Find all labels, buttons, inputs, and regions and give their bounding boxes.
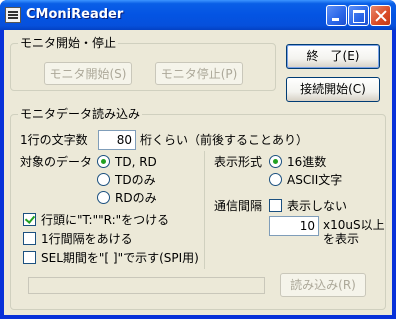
progress-status-field [28, 277, 265, 294]
interval-suffix-line2: を表示 [323, 232, 360, 246]
display-option-hex: 16進数 [287, 155, 327, 169]
client-area: モニタ開始・停止 モニタ開始(S) モニタ停止(P) 終 了(E) 接続開始(C… [4, 30, 392, 315]
interval-suffix-line1: x10uS以上 [323, 218, 385, 232]
close-icon[interactable] [370, 5, 391, 26]
chars-per-line-input[interactable]: 80 [98, 130, 136, 150]
interval-hide-checkbox[interactable] [269, 199, 282, 212]
interval-hide-label: 表示しない [287, 199, 348, 213]
window-title: CMoniReader [26, 7, 124, 22]
chars-per-line-suffix: 桁くらい（前後することあり） [140, 133, 309, 147]
chars-per-line-label: 1行の文字数 [20, 133, 88, 147]
exit-button[interactable]: 終 了(E) [286, 44, 380, 69]
monitor-start-button[interactable]: モニタ開始(S) [44, 62, 132, 85]
sel-period-label: SEL期間を"[ ]"で示す(SPI用) [41, 251, 199, 265]
read-button[interactable]: 読み込み(R) [280, 273, 366, 297]
display-option-ascii: ASCII文字 [287, 173, 343, 187]
app-icon[interactable] [5, 7, 21, 23]
target-data-label: 対象のデータ [20, 155, 93, 169]
app-window: CMoniReader モニタ開始・停止 モニタ開始(S) モニタ停止(P) 終… [0, 0, 396, 319]
monitor-control-group: モニタ開始・停止 モニタ開始(S) モニタ停止(P) [10, 36, 276, 91]
prefix-tr-checkbox[interactable] [23, 213, 36, 226]
interval-label: 通信間隔 [214, 199, 263, 213]
minimize-icon[interactable] [326, 5, 347, 26]
section-divider [204, 151, 205, 269]
display-radio-ascii[interactable] [269, 173, 282, 186]
target-radio-rd-only[interactable] [97, 191, 110, 204]
display-format-label: 表示形式 [214, 155, 263, 169]
monitor-stop-button[interactable]: モニタ停止(P) [155, 62, 243, 85]
target-option-td-only: TDのみ [115, 173, 156, 187]
maximize-icon[interactable] [348, 5, 369, 26]
target-radio-td-only[interactable] [97, 173, 110, 186]
data-read-group: モニタデータ読み込み 1行の文字数 80 桁くらい（前後することあり） 対象のデ… [10, 107, 386, 310]
data-read-group-title: モニタデータ読み込み [18, 107, 143, 121]
interval-input[interactable]: 10 [269, 216, 319, 236]
sel-period-checkbox[interactable] [23, 251, 36, 264]
connect-button[interactable]: 接続開始(C) [286, 77, 380, 102]
monitor-group-title: モニタ開始・停止 [18, 36, 119, 50]
title-bar[interactable]: CMoniReader [0, 0, 396, 30]
blank-line-label: 1行間隔をあける [41, 232, 133, 246]
blank-line-checkbox[interactable] [23, 232, 36, 245]
display-radio-hex[interactable] [269, 155, 282, 168]
target-radio-td-rd[interactable] [97, 155, 110, 168]
target-option-rd-only: RDのみ [115, 191, 157, 205]
target-option-td-rd: TD, RD [115, 155, 157, 169]
prefix-tr-label: 行頭に"T:""R:"をつける [41, 213, 170, 227]
